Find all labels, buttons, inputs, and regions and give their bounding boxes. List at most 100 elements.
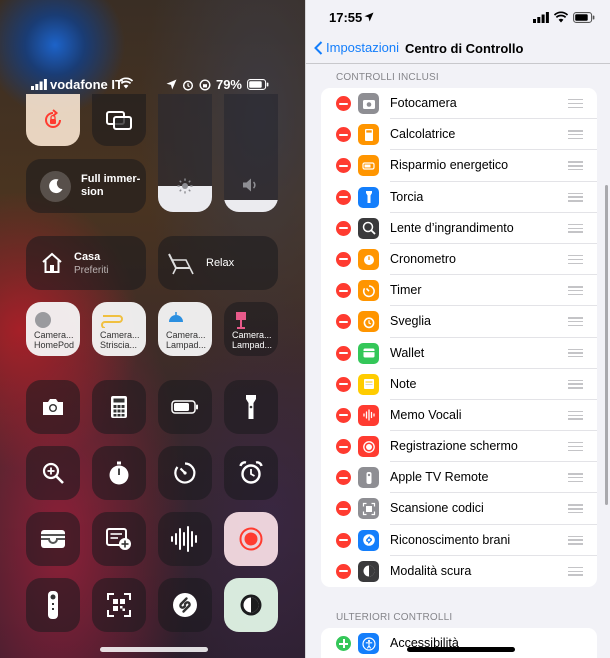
code-scanner-button[interactable] xyxy=(92,578,146,632)
control-row-timer[interactable]: Timer xyxy=(321,275,597,307)
remove-control-button[interactable] xyxy=(336,470,351,486)
rotation-lock-toggle[interactable] xyxy=(26,94,80,146)
calculator-button[interactable] xyxy=(92,380,146,434)
reorder-handle-icon[interactable] xyxy=(568,192,583,202)
remove-control-button[interactable] xyxy=(336,283,351,299)
remove-control-button[interactable] xyxy=(336,407,351,423)
control-label: Risparmio energetico xyxy=(390,158,509,173)
remove-control-button[interactable] xyxy=(336,96,351,111)
control-row-memo-vocali[interactable]: Memo Vocali xyxy=(321,400,597,432)
brightness-slider[interactable] xyxy=(158,94,212,212)
back-button[interactable]: Impostazioni xyxy=(314,40,399,55)
reorder-handle-icon[interactable] xyxy=(568,99,583,108)
relax-scene-icon xyxy=(168,253,194,275)
control-row-torcia[interactable]: Torcia xyxy=(321,182,597,213)
camera-button[interactable] xyxy=(26,380,80,434)
control-center-status-bar: vodafone IT 79% xyxy=(0,76,305,94)
control-row-wallet[interactable]: Wallet xyxy=(321,338,597,369)
reorder-handle-icon[interactable] xyxy=(568,504,583,514)
control-row-modalità-scura[interactable]: Modalità scura xyxy=(321,556,597,587)
remove-control-button[interactable] xyxy=(336,345,351,361)
control-row-fotocamera[interactable]: Fotocamera xyxy=(321,88,597,120)
wallet-button[interactable] xyxy=(26,512,80,566)
reorder-handle-icon[interactable] xyxy=(568,161,583,171)
remove-control-button[interactable] xyxy=(336,439,351,455)
orientation-lock-status-icon xyxy=(199,78,211,91)
stopwatch-button[interactable] xyxy=(92,446,146,500)
settings-screen: 17:55 Impostazioni Centro di Controllo C… xyxy=(305,0,610,658)
camera-strip-tile[interactable]: Camera... Striscia... xyxy=(92,302,146,356)
reorder-handle-icon[interactable] xyxy=(568,442,583,452)
control-row-risparmio-energetico[interactable]: Risparmio energetico xyxy=(321,150,597,182)
wallet-icon xyxy=(358,342,379,364)
scrollbar[interactable] xyxy=(605,185,608,505)
quick-note-button[interactable] xyxy=(92,512,146,566)
control-row-riconoscimento-brani[interactable]: Riconoscimento brani xyxy=(321,525,597,556)
voice-memo-button[interactable] xyxy=(158,512,212,566)
home-favorites-button[interactable]: Casa Preferiti xyxy=(26,236,146,290)
control-center-screen: vodafone IT 79% Full immer- sion Casa Pr… xyxy=(0,0,305,658)
control-row-sveglia[interactable]: Sveglia xyxy=(321,306,597,338)
shazam-button[interactable] xyxy=(158,578,212,632)
status-time: 17:55 xyxy=(329,10,363,25)
remove-control-button[interactable] xyxy=(336,158,351,174)
timer-icon xyxy=(174,462,196,484)
control-row-note[interactable]: Note xyxy=(321,369,597,400)
control-row-lente-d-ingrandimento[interactable]: Lente d’ingrandimento xyxy=(321,213,597,244)
focus-button[interactable]: Full immer- sion xyxy=(26,159,146,213)
reorder-handle-icon[interactable] xyxy=(568,535,583,545)
apple-tv-remote-button[interactable] xyxy=(26,578,80,632)
dark-mode-icon xyxy=(240,594,262,616)
home-indicator[interactable] xyxy=(407,647,515,652)
reorder-handle-icon[interactable] xyxy=(568,566,583,576)
remove-control-button[interactable] xyxy=(336,501,351,517)
remove-control-button[interactable] xyxy=(336,314,351,330)
reorder-handle-icon[interactable] xyxy=(568,410,583,420)
reorder-handle-icon[interactable] xyxy=(568,286,583,296)
dark-mode-icon xyxy=(358,560,379,582)
screen-record-button[interactable] xyxy=(224,512,278,566)
reorder-handle-icon[interactable] xyxy=(568,473,583,483)
reorder-handle-icon[interactable] xyxy=(568,348,583,358)
remove-control-button[interactable] xyxy=(336,220,351,236)
timer-button[interactable] xyxy=(158,446,212,500)
camera-homepod-tile[interactable]: Camera... HomePod xyxy=(26,302,80,356)
battery-status-icon xyxy=(573,11,595,23)
flashlight-button[interactable] xyxy=(224,380,278,434)
remove-control-button[interactable] xyxy=(336,563,351,579)
add-control-button[interactable] xyxy=(336,636,351,651)
relax-scene-button[interactable]: Relax xyxy=(158,236,278,290)
remove-control-button[interactable] xyxy=(336,376,351,392)
camera-floor-lamp-tile[interactable]: Camera... Lampad... xyxy=(224,302,278,356)
reorder-handle-icon[interactable] xyxy=(568,223,583,233)
reorder-handle-icon[interactable] xyxy=(568,379,583,389)
control-row-scansione-codici[interactable]: Scansione codici xyxy=(321,493,597,525)
remove-control-button[interactable] xyxy=(336,127,351,143)
screen-mirroring-button[interactable] xyxy=(92,94,146,146)
reorder-handle-icon[interactable] xyxy=(568,254,583,264)
magnifier-button[interactable] xyxy=(26,446,80,500)
camera-lamp-tile[interactable]: Camera... Lampad... xyxy=(158,302,212,356)
home-indicator[interactable] xyxy=(100,647,208,652)
moon-icon xyxy=(48,179,62,194)
note-icon xyxy=(106,528,131,550)
remove-control-button[interactable] xyxy=(336,532,351,548)
control-row-accessibilità[interactable]: Accessibilità xyxy=(321,628,597,658)
dark-mode-button[interactable] xyxy=(224,578,278,632)
control-row-calcolatrice[interactable]: Calcolatrice xyxy=(321,119,597,151)
volume-slider[interactable] xyxy=(224,94,278,212)
control-row-registrazione-schermo[interactable]: Registrazione schermo xyxy=(321,431,597,463)
remove-control-button[interactable] xyxy=(336,189,351,205)
reorder-handle-icon[interactable] xyxy=(568,317,583,327)
alarm-icon xyxy=(239,461,263,484)
camera-tile-line1: Camera... xyxy=(232,330,272,340)
remove-control-button[interactable] xyxy=(336,251,351,267)
reorder-handle-icon[interactable] xyxy=(568,130,583,140)
control-row-cronometro[interactable]: Cronometro xyxy=(321,244,597,276)
low-power-button[interactable] xyxy=(158,380,212,434)
alarm-button[interactable] xyxy=(224,446,278,500)
control-row-apple-tv-remote[interactable]: Apple TV Remote xyxy=(321,462,597,494)
focus-label: Full immer- sion xyxy=(81,173,141,198)
alarm-icon xyxy=(358,311,379,333)
stopwatch-icon xyxy=(358,248,379,270)
